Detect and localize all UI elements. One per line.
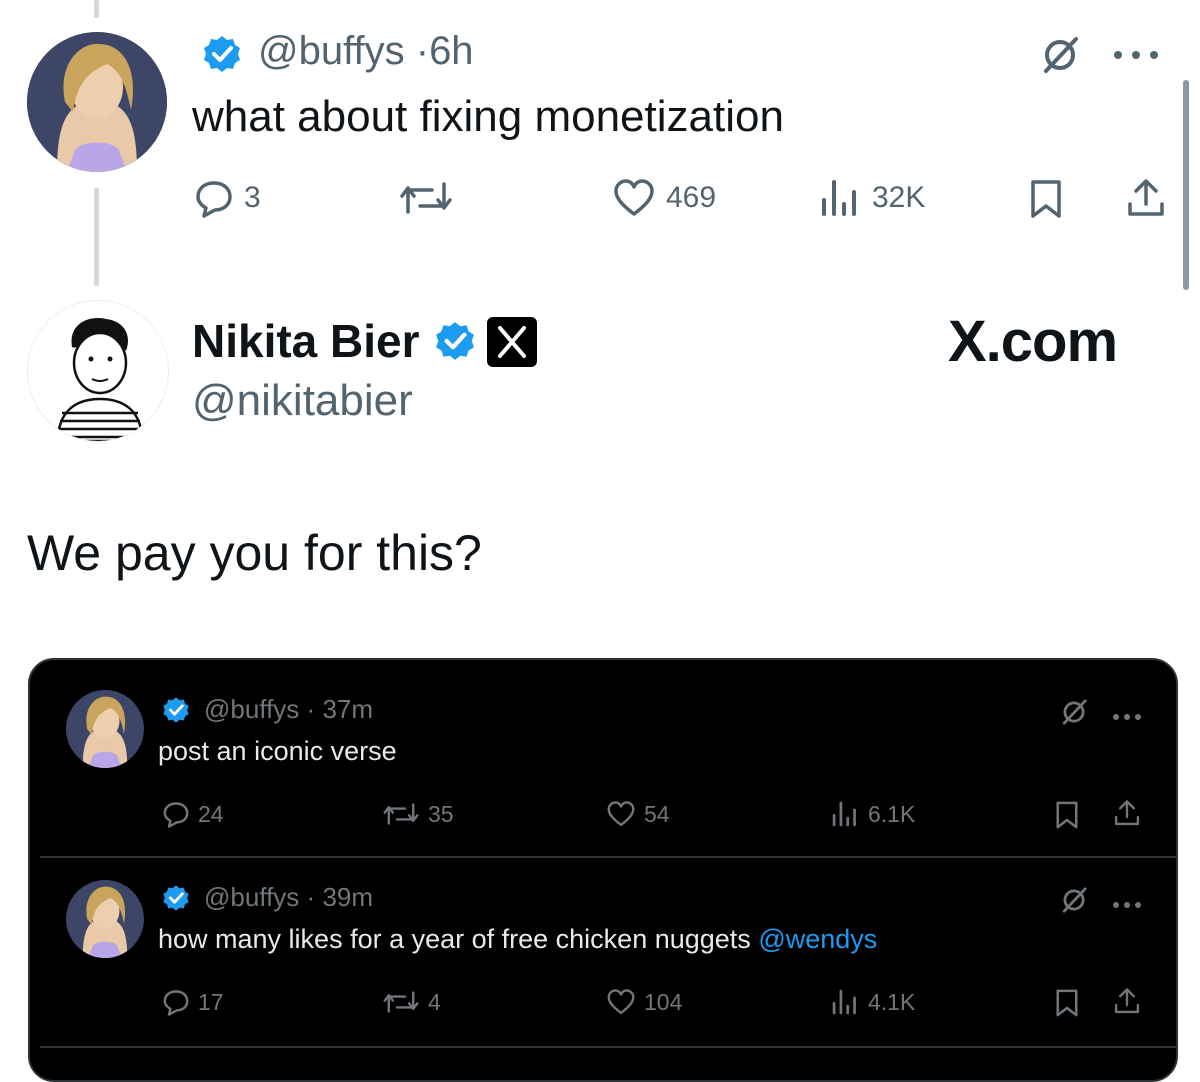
embedded-time[interactable]: 37m (322, 694, 373, 724)
share-icon (1114, 800, 1140, 826)
embedded-more-icon[interactable] (1112, 708, 1142, 726)
reply-action[interactable]: 3 (194, 178, 261, 218)
brand-watermark: X.com (948, 309, 1118, 374)
embedded-views-action[interactable]: 6.1K (830, 800, 915, 828)
reply-icon (163, 990, 189, 1016)
embedded-bookmark-action[interactable] (1054, 988, 1080, 1018)
meta-separator: · (306, 694, 316, 724)
verified-badge-icon-author (434, 320, 476, 362)
embedded-retweet-action[interactable]: 35 (382, 800, 454, 828)
embedded-retweet-action[interactable]: 4 (382, 988, 441, 1016)
embedded-bookmark-action[interactable] (1054, 800, 1080, 830)
embedded-avatar[interactable] (66, 690, 144, 768)
embedded-views-count: 4.1K (868, 988, 916, 1015)
retweet-icon (400, 182, 452, 214)
views-action[interactable]: 32K (818, 178, 925, 218)
embedded-handle[interactable]: @buffys (204, 882, 299, 912)
embedded-time[interactable]: 39m (322, 882, 373, 912)
views-count: 32K (872, 181, 926, 214)
embedded-more-icon[interactable] (1112, 896, 1142, 914)
share-icon (1114, 988, 1140, 1014)
reply-icon (196, 181, 232, 218)
x-affiliate-badge-icon (486, 316, 538, 373)
embedded-reply-action[interactable]: 17 (162, 988, 224, 1016)
like-action[interactable]: 469 (612, 178, 716, 218)
embedded-reply-action[interactable]: 24 (162, 800, 224, 828)
views-icon (822, 180, 856, 216)
embedded-divider (40, 856, 1176, 858)
views-icon (832, 801, 856, 827)
thread-line-top (94, 0, 99, 18)
meta-separator: · (415, 29, 430, 73)
embedded-screenshot: @buffys · 37m post an iconic verse 24 35… (28, 658, 1178, 1082)
reply-count: 3 (244, 181, 261, 214)
embedded-verified-icon (162, 884, 190, 917)
embedded-grok-icon[interactable] (1060, 698, 1088, 731)
like-icon (607, 801, 635, 827)
scrollbar-thumb[interactable] (1183, 80, 1189, 290)
avatar-buffys[interactable] (27, 32, 167, 172)
reply-time[interactable]: 6h (429, 29, 474, 73)
embedded-views-action[interactable]: 4.1K (830, 988, 915, 1016)
embedded-handle[interactable]: @buffys (204, 694, 299, 724)
bookmark-icon (1056, 989, 1078, 1017)
embedded-views-count: 6.1K (868, 800, 916, 827)
grok-icon[interactable] (1040, 35, 1080, 80)
embedded-text: how many likes for a year of free chicke… (158, 924, 877, 955)
reply-meta: @buffys ·6h (258, 29, 474, 74)
author-handle[interactable]: @nikitabier (192, 376, 413, 426)
embedded-retweet-count: 35 (428, 800, 454, 827)
bookmark-icon (1056, 801, 1078, 829)
embedded-text: post an iconic verse (158, 736, 397, 766)
more-icon[interactable] (1110, 48, 1166, 66)
retweet-icon (383, 803, 419, 825)
reply-handle[interactable]: @buffys (258, 29, 405, 73)
thread-line-bottom (94, 188, 99, 286)
share-icon (1128, 179, 1164, 216)
embedded-share-action[interactable] (1112, 798, 1142, 828)
embedded-meta: @buffys · 39m (204, 882, 373, 913)
embedded-verified-icon (162, 696, 190, 729)
bookmark-icon (1031, 180, 1061, 218)
embedded-share-action[interactable] (1112, 986, 1142, 1016)
embedded-grok-icon[interactable] (1060, 886, 1088, 919)
author-name[interactable]: Nikita Bier (192, 314, 420, 368)
retweet-icon (383, 991, 419, 1013)
reply-icon (163, 802, 189, 828)
embedded-divider (40, 1046, 1176, 1048)
meta-separator: · (306, 882, 316, 912)
embedded-like-count: 104 (644, 988, 683, 1015)
like-count: 469 (666, 181, 717, 214)
avatar-nikitabier[interactable] (27, 300, 169, 442)
share-action[interactable] (1124, 176, 1168, 220)
embedded-like-action[interactable]: 54 (606, 800, 670, 828)
embedded-avatar[interactable] (66, 880, 144, 958)
reply-text: what about fixing monetization (192, 92, 784, 141)
embedded-reply-count: 17 (198, 988, 224, 1015)
like-icon (607, 989, 635, 1015)
retweet-action[interactable] (398, 178, 454, 218)
embedded-text-body: how many likes for a year of free chicke… (158, 924, 751, 954)
like-icon (614, 179, 654, 216)
embedded-meta: @buffys · 37m (204, 694, 373, 725)
post-text: We pay you for this? (27, 525, 482, 581)
verified-badge-icon (202, 34, 242, 74)
views-icon (832, 989, 856, 1015)
embedded-retweet-count: 4 (428, 988, 441, 1015)
embedded-reply-count: 24 (198, 800, 224, 827)
bookmark-action[interactable] (1028, 178, 1064, 220)
embedded-like-count: 54 (644, 800, 670, 827)
mention-link[interactable]: @wendys (758, 924, 877, 954)
embedded-like-action[interactable]: 104 (606, 988, 682, 1016)
